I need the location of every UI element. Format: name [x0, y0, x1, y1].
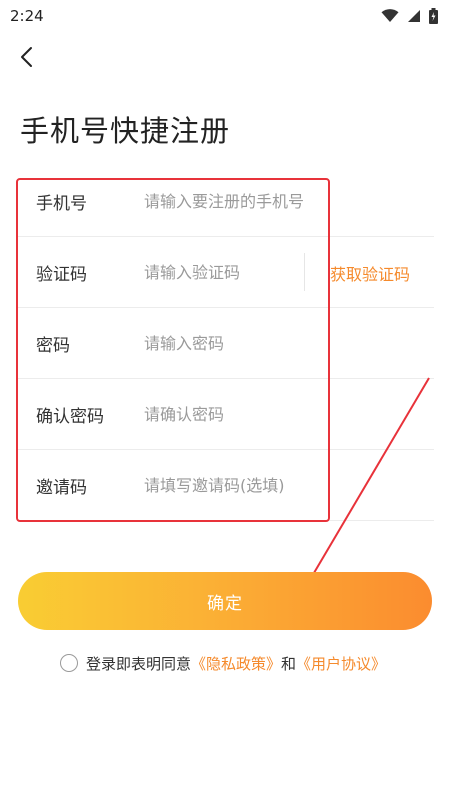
code-label: 验证码	[36, 265, 87, 285]
confirm-button[interactable]: 确定	[18, 572, 432, 630]
status-icons	[381, 8, 438, 24]
page-title: 手机号快捷注册	[20, 114, 231, 148]
register-form: 手机号 验证码 获取验证码 密码 确认密码 邀请码	[0, 166, 450, 521]
vertical-divider	[304, 253, 305, 291]
cell-signal-icon	[407, 9, 421, 23]
privacy-policy-link[interactable]: 《隐私政策》	[191, 653, 281, 674]
phone-input[interactable]	[144, 192, 324, 211]
status-bar: 2:24	[0, 0, 450, 32]
status-time: 2:24	[10, 7, 44, 25]
wifi-icon	[381, 9, 399, 23]
password-input[interactable]	[144, 334, 324, 353]
confirm-password-row: 确认密码	[0, 379, 450, 450]
divider	[18, 520, 434, 521]
chevron-left-icon	[21, 47, 32, 67]
invite-input[interactable]	[144, 476, 324, 495]
code-row: 验证码 获取验证码	[0, 237, 450, 308]
invite-row: 邀请码	[0, 450, 450, 521]
confirm-password-input[interactable]	[144, 405, 324, 424]
phone-label: 手机号	[36, 194, 87, 214]
code-input[interactable]	[144, 263, 324, 282]
confirm-password-label: 确认密码	[36, 407, 104, 427]
phone-row: 手机号	[0, 166, 450, 237]
password-label: 密码	[36, 336, 70, 356]
agree-checkbox[interactable]	[60, 654, 78, 672]
invite-label: 邀请码	[36, 478, 87, 498]
back-button[interactable]	[14, 42, 44, 72]
get-code-button[interactable]: 获取验证码	[330, 261, 410, 285]
user-agreement-link[interactable]: 《用户协议》	[296, 653, 386, 674]
agreement-row: 登录即表明同意 《隐私政策》 和 《用户协议》	[60, 652, 386, 674]
battery-icon	[429, 8, 438, 24]
agreement-prefix: 登录即表明同意	[86, 654, 192, 673]
password-row: 密码	[0, 308, 450, 379]
agreement-and: 和	[281, 654, 297, 673]
